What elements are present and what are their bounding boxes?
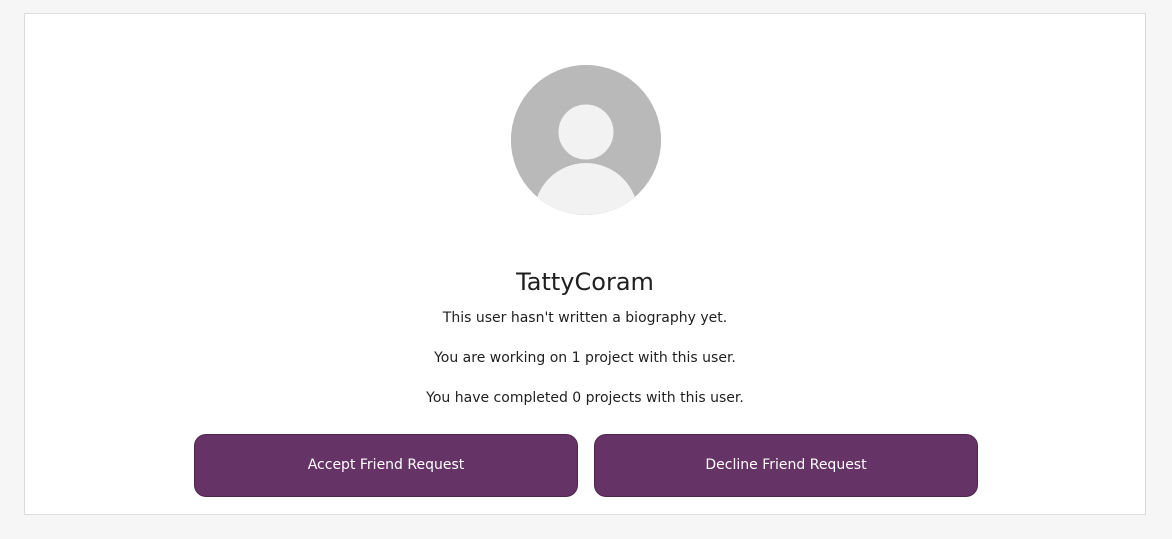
default-user-avatar-icon [511,65,661,215]
profile-card: TattyCoram This user hasn't written a bi… [24,13,1146,515]
decline-friend-request-button[interactable]: Decline Friend Request [594,434,978,497]
completed-projects-text: You have completed 0 projects with this … [426,390,744,406]
username: TattyCoram [516,268,654,296]
biography-text: This user hasn't written a biography yet… [442,310,728,326]
working-projects-text: You are working on 1 project with this u… [434,350,736,366]
accept-friend-request-button[interactable]: Accept Friend Request [194,434,578,497]
avatar [511,65,661,215]
